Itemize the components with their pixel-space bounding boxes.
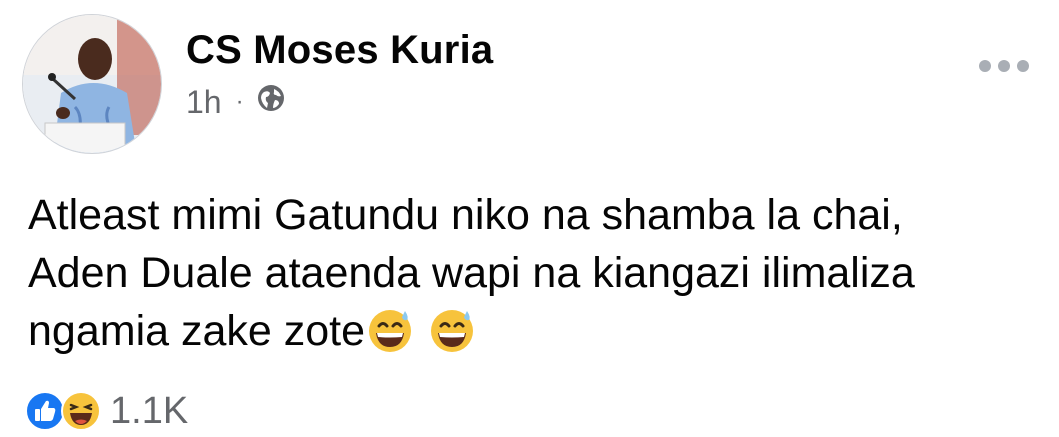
author-name[interactable]: CS Moses Kuria: [186, 28, 493, 73]
profile-photo: [23, 15, 161, 153]
post-text-line-last: ngamia zake zote: [28, 302, 1038, 360]
grinning-sweat-emoji: [427, 305, 477, 355]
grinning-sweat-emoji: [365, 305, 415, 355]
more-options-icon[interactable]: [977, 56, 1031, 76]
post-text: Atleast mimi Gatundu niko na shamba la c…: [28, 186, 1038, 360]
globe-icon[interactable]: [256, 83, 286, 121]
reactions-summary[interactable]: 1.1K: [24, 388, 188, 434]
post-text-line: Atleast mimi Gatundu niko na shamba la c…: [28, 191, 903, 239]
reaction-count[interactable]: 1.1K: [110, 390, 188, 433]
avatar[interactable]: [22, 14, 162, 154]
haha-reaction-icon: [60, 390, 102, 432]
post-time[interactable]: 1h: [186, 84, 222, 121]
post-text-line: ngamia zake zote: [28, 307, 366, 355]
post-text-line: Aden Duale ataenda wapi na kiangazi ilim…: [28, 249, 915, 297]
meta-separator: ·: [235, 88, 244, 115]
post-meta: 1h ·: [186, 82, 286, 122]
